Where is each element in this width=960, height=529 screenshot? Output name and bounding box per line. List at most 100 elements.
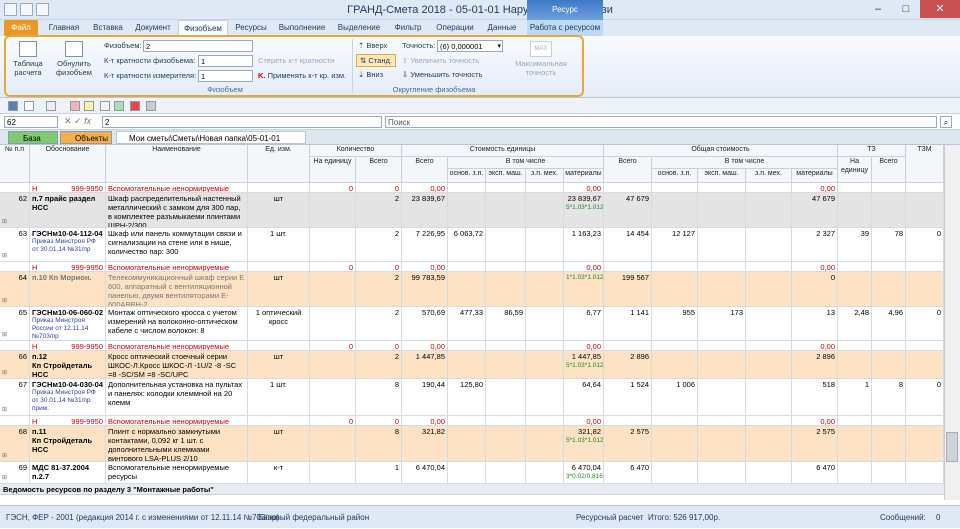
- cell-zpm[interactable]: [526, 262, 564, 271]
- cell-tzm[interactable]: 0: [906, 228, 944, 261]
- round-std-button[interactable]: ⇅ Станд.: [356, 54, 396, 67]
- cell-basis[interactable]: Н 999-9950: [30, 262, 106, 271]
- cell-tcmat[interactable]: 0,00: [792, 341, 838, 350]
- col-tz-per[interactable]: На единицу: [838, 157, 872, 183]
- cell-tzm[interactable]: [906, 426, 944, 461]
- cell-tczpm[interactable]: [746, 351, 792, 378]
- cell-tzm[interactable]: 0: [906, 307, 944, 340]
- cell-tzm[interactable]: [906, 341, 944, 350]
- save-icon[interactable]: [8, 101, 18, 111]
- cell-tczpm[interactable]: [746, 183, 792, 192]
- cell-mat[interactable]: 0,00: [564, 183, 604, 192]
- tab-fizobjem[interactable]: Физобъем: [178, 20, 228, 36]
- cell-tcmach[interactable]: [698, 351, 746, 378]
- cell-qtytot[interactable]: 2: [356, 307, 402, 340]
- cell-tzm[interactable]: [906, 262, 944, 271]
- cell-tctot[interactable]: [604, 341, 652, 350]
- cell-tzm[interactable]: [906, 351, 944, 378]
- cell-tzper[interactable]: [838, 351, 872, 378]
- tab-selection[interactable]: Выделение: [332, 20, 386, 36]
- cell-unit[interactable]: шт: [248, 426, 310, 461]
- cell-tztot[interactable]: [872, 416, 906, 425]
- cell-tczpm[interactable]: [746, 228, 792, 261]
- cell-tczp[interactable]: [652, 193, 698, 227]
- col-tc-mach[interactable]: эксп. маш.: [698, 169, 746, 183]
- precision-select[interactable]: (6) 0,000001 ▾: [437, 40, 503, 52]
- increase-precision-button[interactable]: ⇧ Увеличить точность: [402, 56, 479, 65]
- cell-qtytot[interactable]: 2: [356, 272, 402, 306]
- cell-tcmach[interactable]: [698, 426, 746, 461]
- color-none-icon[interactable]: [100, 101, 110, 111]
- col-tzm[interactable]: ТЗМ: [906, 145, 944, 183]
- tab-file[interactable]: Файл: [4, 20, 38, 36]
- cell-tcmach[interactable]: [698, 262, 746, 271]
- cell-tctot[interactable]: 1 141: [604, 307, 652, 340]
- table-row[interactable]: 67 ⊞ ГЭСНм10-04-030-04 Приказ Минстроя РФ о…: [0, 379, 944, 416]
- k2-input[interactable]: 1: [198, 70, 253, 82]
- table-row[interactable]: Н 999-9950Вспомогательные ненормируемые м…: [0, 416, 944, 426]
- cell-tzper[interactable]: 1: [838, 379, 872, 415]
- cell-tzper[interactable]: [838, 426, 872, 461]
- col-name[interactable]: Наименование: [106, 145, 248, 183]
- cell-tcmat[interactable]: 2 327: [792, 228, 838, 261]
- cell-uctot[interactable]: 570,69: [402, 307, 448, 340]
- cell-qtytot[interactable]: 0: [356, 341, 402, 350]
- cell-qtytot[interactable]: 2: [356, 351, 402, 378]
- cell-zp[interactable]: [448, 272, 486, 306]
- cell-tctot[interactable]: 2 575: [604, 426, 652, 461]
- cell-zp[interactable]: 125,80: [448, 379, 486, 415]
- table-row[interactable]: 65 ⊞ ГЭСНм10-06-060-02 Приказ Минстроя Росс…: [0, 307, 944, 341]
- decrease-precision-button[interactable]: ⇩ Уменьшить точность: [402, 70, 482, 79]
- cell-num[interactable]: 66 ⊞: [0, 351, 30, 378]
- cell-num[interactable]: 67 ⊞: [0, 379, 30, 415]
- cell-basis[interactable]: Н 999-9950: [30, 341, 106, 350]
- cell-tczp[interactable]: [652, 272, 698, 306]
- cell-unit[interactable]: [248, 183, 310, 192]
- cell-basis[interactable]: п.7 прайс раздел НСС: [30, 193, 106, 227]
- cell-uctot[interactable]: 6 470,04: [402, 462, 448, 483]
- redo-icon[interactable]: [46, 101, 56, 111]
- cell-qtytot[interactable]: 0: [356, 262, 402, 271]
- cell-uctot[interactable]: 7 226,95: [402, 228, 448, 261]
- cell-mach[interactable]: [486, 416, 526, 425]
- cell-mach[interactable]: [486, 379, 526, 415]
- color-green-icon[interactable]: [114, 101, 124, 111]
- cell-mat[interactable]: 1 163,23: [564, 228, 604, 261]
- cell-zpm[interactable]: [526, 462, 564, 483]
- tab-insert[interactable]: Вставка: [88, 20, 128, 36]
- cell-tztot[interactable]: 4,96: [872, 307, 906, 340]
- cell-num[interactable]: [0, 341, 30, 350]
- cell-zp[interactable]: [448, 462, 486, 483]
- cell-tczp[interactable]: [652, 416, 698, 425]
- cell-tczpm[interactable]: [746, 307, 792, 340]
- expand-icon[interactable]: ⊞: [2, 297, 7, 306]
- cell-tczp[interactable]: 1 006: [652, 379, 698, 415]
- save-icon[interactable]: [20, 3, 33, 16]
- cell-qtyper[interactable]: [310, 272, 356, 306]
- cell-mach[interactable]: [486, 351, 526, 378]
- cell-num[interactable]: 63 ⊞: [0, 228, 30, 261]
- col-tc-mat[interactable]: материалы: [792, 169, 838, 183]
- col-zpm[interactable]: з.п. мех.: [526, 169, 564, 183]
- expand-icon[interactable]: ⊞: [2, 406, 7, 415]
- cell-name[interactable]: Вспомогательные ненормируемые матер...: [106, 416, 248, 425]
- cell-zpm[interactable]: [526, 183, 564, 192]
- cell-tztot[interactable]: [872, 193, 906, 227]
- cell-qtyper[interactable]: [310, 379, 356, 415]
- cell-tczpm[interactable]: [746, 193, 792, 227]
- color-yellow-icon[interactable]: [84, 101, 94, 111]
- cell-mach[interactable]: [486, 341, 526, 350]
- cell-unit[interactable]: к-т: [248, 462, 310, 483]
- cell-basis[interactable]: МДС 81-37.2004 п.2.7: [30, 462, 106, 483]
- cell-basis[interactable]: ГЭСНм10-04-030-04 Приказ Минстроя РФ от 3…: [30, 379, 106, 415]
- cell-tctot[interactable]: 6 470: [604, 462, 652, 483]
- cell-tczp[interactable]: 955: [652, 307, 698, 340]
- color-red-icon[interactable]: [70, 101, 80, 111]
- cell-name[interactable]: Монтаж оптического кросса с учетом измер…: [106, 307, 248, 340]
- cell-name[interactable]: Вспомогательные ненормируемые матер...: [106, 262, 248, 271]
- cell-tctot[interactable]: 1 524: [604, 379, 652, 415]
- cell-tztot[interactable]: [872, 272, 906, 306]
- cell-tzper[interactable]: [838, 462, 872, 483]
- cell-qtytot[interactable]: 0: [356, 416, 402, 425]
- cell-tctot[interactable]: [604, 262, 652, 271]
